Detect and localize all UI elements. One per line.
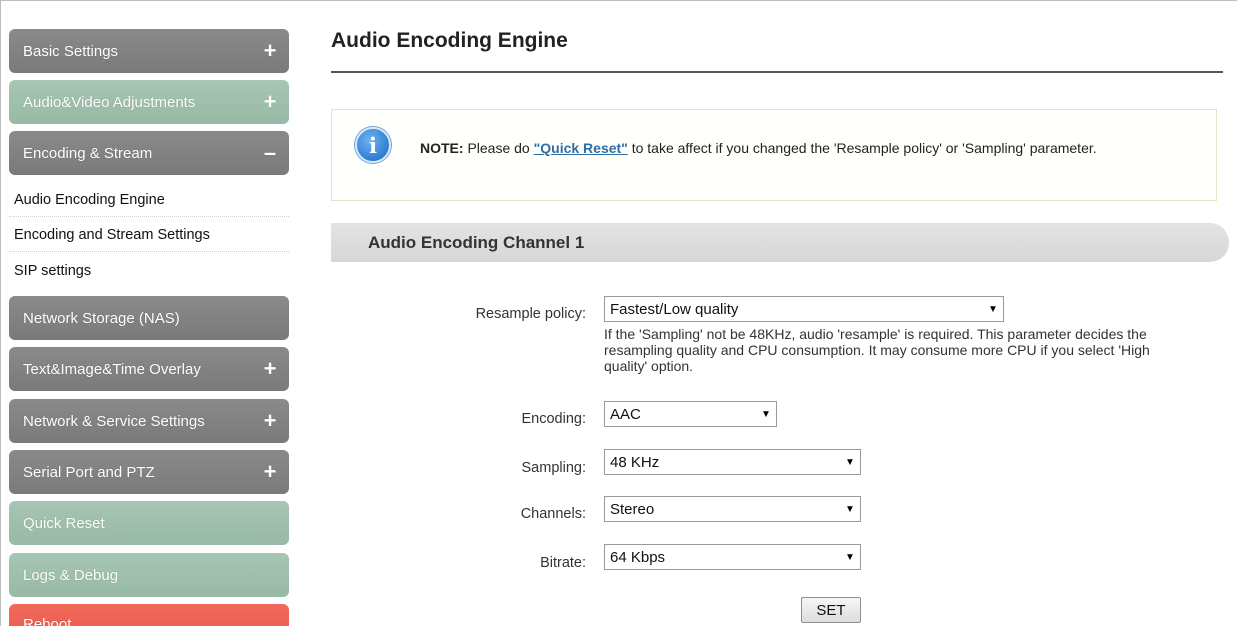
menu-network-service-settings[interactable]: Network & Service Settings + [9,399,289,443]
main-content: Audio Encoding Engine i NOTE: Please do … [331,1,1237,626]
expand-plus-icon[interactable]: + [257,89,283,115]
menu-label: Basic Settings [23,42,119,60]
section-header: Audio Encoding Channel 1 [331,223,1229,262]
page-title: Audio Encoding Engine [331,29,568,52]
menu-text-image-time-overlay[interactable]: Text&Image&Time Overlay + [9,347,289,391]
menu-serial-port-ptz[interactable]: Serial Port and PTZ + [9,450,289,494]
menu-label: Logs & Debug [23,566,119,584]
quick-reset-link[interactable]: "Quick Reset" [534,140,628,156]
menu-reboot[interactable]: Reboot [9,604,289,626]
resample-policy-select[interactable]: Fastest/Low quality ▼ [604,296,1004,322]
note-box: i NOTE: Please do "Quick Reset" to take … [331,109,1217,201]
channels-select[interactable]: Stereo ▼ [604,496,861,522]
info-icon: i [355,127,391,163]
menu-encoding-stream[interactable]: Encoding & Stream – [9,131,289,175]
encoding-label: Encoding: [521,411,587,427]
menu-label: Serial Port and PTZ [23,463,155,481]
note-after-link: to take affect if you changed the 'Resam… [627,140,1097,156]
select-value: Stereo [610,500,655,518]
menu-label: Encoding & Stream [23,144,153,162]
submenu-audio-encoding-engine[interactable]: Audio Encoding Engine [9,183,289,217]
resample-policy-label: Resample policy: [475,306,586,322]
submenu-encoding-stream-settings[interactable]: Encoding and Stream Settings [9,218,289,252]
menu-quick-reset[interactable]: Quick Reset [9,501,289,545]
expand-plus-icon[interactable]: + [257,356,283,382]
select-value: AAC [610,405,641,423]
submenu-label: Audio Encoding Engine [14,191,165,208]
select-value: 64 Kbps [610,548,666,566]
title-divider [331,71,1223,73]
encoding-select[interactable]: AAC ▼ [604,401,777,427]
menu-label: Reboot [23,616,72,626]
resample-help-text: If the 'Sampling' not be 48KHz, audio 'r… [604,326,1150,374]
menu-label: Network & Service Settings [23,412,205,430]
menu-label: Quick Reset [23,514,105,532]
menu-logs-debug[interactable]: Logs & Debug [9,553,289,597]
expand-plus-icon[interactable]: + [257,459,283,485]
submenu-label: Encoding and Stream Settings [14,226,210,243]
submenu-sip-settings[interactable]: SIP settings [9,254,289,288]
submenu-label: SIP settings [14,263,92,279]
dropdown-arrow-icon: ▼ [845,503,855,515]
menu-audio-video-adjustments[interactable]: Audio&Video Adjustments + [9,80,289,124]
sampling-label: Sampling: [521,460,586,476]
select-value: Fastest/Low quality [610,300,739,318]
menu-label: Audio&Video Adjustments [23,93,196,111]
collapse-minus-icon[interactable]: – [257,140,283,166]
expand-plus-icon[interactable]: + [257,408,283,434]
dropdown-arrow-icon: ▼ [845,551,855,563]
channels-label: Channels: [520,506,586,522]
dropdown-arrow-icon: ▼ [761,408,771,420]
menu-basic-settings[interactable]: Basic Settings + [9,29,289,73]
note-prefix: NOTE: [420,140,464,156]
sampling-select[interactable]: 48 KHz ▼ [604,449,861,475]
dropdown-arrow-icon: ▼ [845,456,855,468]
note-text: NOTE: Please do "Quick Reset" to take af… [420,140,1210,157]
bitrate-select[interactable]: 64 Kbps ▼ [604,544,861,570]
select-value: 48 KHz [610,453,660,471]
note-before-link: Please do [463,140,534,156]
bitrate-label: Bitrate: [540,555,586,571]
menu-label: Text&Image&Time Overlay [23,360,201,378]
menu-network-storage[interactable]: Network Storage (NAS) [9,296,289,340]
menu-label: Network Storage (NAS) [23,309,180,327]
dropdown-arrow-icon: ▼ [988,303,998,315]
page-frame: Basic Settings + Audio&Video Adjustments… [0,0,1237,626]
expand-plus-icon[interactable]: + [257,38,283,64]
set-button[interactable]: SET [801,597,861,623]
